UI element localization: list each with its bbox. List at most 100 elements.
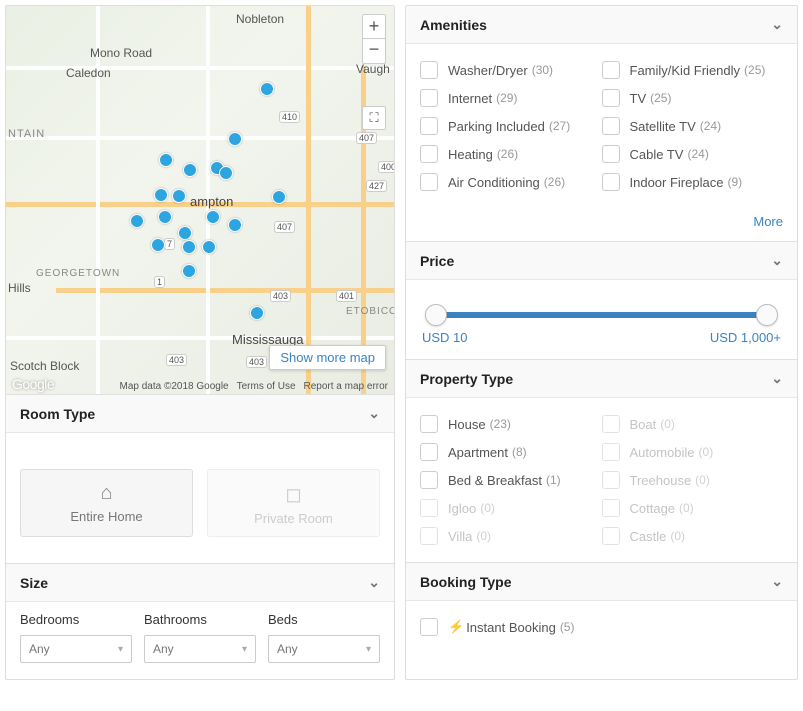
map-marker[interactable] <box>250 306 264 320</box>
label-caledon: Caledon <box>66 66 111 80</box>
proptype-count: (23) <box>490 417 511 431</box>
route-403c: 403 <box>246 356 267 368</box>
price-title: Price <box>420 253 454 269</box>
price-header[interactable]: Price ⌄ <box>406 241 797 280</box>
map-marker[interactable] <box>172 189 186 203</box>
label-ntain: NTAIN <box>8 128 45 140</box>
home-icon: ⌂ <box>21 482 192 505</box>
instant-booking-checkbox[interactable]: ⚡ Instant Booking (5) <box>420 613 783 641</box>
proptype-label: House <box>448 417 486 432</box>
amenity-checkbox[interactable]: Air Conditioning(26) <box>420 168 602 196</box>
route-403a: 403 <box>270 290 291 302</box>
route-1: 1 <box>154 276 165 288</box>
proptype-header[interactable]: Property Type ⌄ <box>406 359 797 398</box>
amenities-header[interactable]: Amenities ⌄ <box>406 6 797 44</box>
roomtype-private-button[interactable]: ◻ Private Room <box>207 469 380 537</box>
checkbox-icon <box>420 61 438 79</box>
map-marker[interactable] <box>228 218 242 232</box>
route-403b: 403 <box>166 354 187 366</box>
amenity-checkbox[interactable]: Cable TV(24) <box>602 140 784 168</box>
chevron-down-icon: ⌄ <box>771 16 783 33</box>
route-410: 410 <box>279 111 300 123</box>
checkbox-icon <box>420 499 438 517</box>
person-icon: ◻ <box>208 482 379 507</box>
booking-title: Booking Type <box>420 574 512 590</box>
amenity-checkbox[interactable]: Internet(29) <box>420 84 602 112</box>
show-more-map-button[interactable]: Show more map <box>269 345 386 370</box>
booking-header[interactable]: Booking Type ⌄ <box>406 562 797 601</box>
map-marker[interactable] <box>202 240 216 254</box>
label-vaughan: Vaugh <box>356 62 390 76</box>
checkbox-icon <box>420 89 438 107</box>
proptype-count: (0) <box>480 501 495 515</box>
amenity-count: (26) <box>497 147 518 161</box>
amenity-checkbox[interactable]: Satellite TV (24) <box>602 112 784 140</box>
price-slider-max-handle[interactable] <box>756 304 778 326</box>
amenity-count: (27) <box>549 119 570 133</box>
map-marker[interactable] <box>183 163 197 177</box>
bathrooms-select[interactable]: Any▾ <box>144 635 256 663</box>
beds-label: Beds <box>268 612 380 627</box>
map-marker[interactable] <box>260 82 274 96</box>
amenity-checkbox[interactable]: Family/Kid Friendly(25) <box>602 56 784 84</box>
amenity-label: Satellite TV <box>630 119 696 134</box>
roomtype-header[interactable]: Room Type ⌄ <box>6 394 394 433</box>
roomtype-entire-button[interactable]: ⌂ Entire Home <box>20 469 193 537</box>
amenity-count: (24) <box>700 119 721 133</box>
bedrooms-select[interactable]: Any▾ <box>20 635 132 663</box>
route-401: 401 <box>336 290 357 302</box>
map-marker[interactable] <box>182 264 196 278</box>
proptype-label: Treehouse <box>630 473 692 488</box>
map-marker[interactable] <box>151 238 165 252</box>
map-marker[interactable] <box>182 240 196 254</box>
price-slider-min-handle[interactable] <box>425 304 447 326</box>
amenities-more-link[interactable]: More <box>406 208 797 241</box>
checkbox-icon <box>602 61 620 79</box>
zoom-in-button[interactable]: + <box>362 14 386 39</box>
zoom-out-button[interactable]: − <box>362 39 386 64</box>
price-slider[interactable] <box>426 312 777 318</box>
map-marker[interactable] <box>219 166 233 180</box>
map-marker[interactable] <box>130 214 144 228</box>
beds-select[interactable]: Any▾ <box>268 635 380 663</box>
amenity-checkbox[interactable]: Indoor Fireplace(9) <box>602 168 784 196</box>
proptype-count: (1) <box>546 473 561 487</box>
caret-down-icon: ▾ <box>242 644 247 655</box>
proptype-checkbox[interactable]: Bed & Breakfast(1) <box>420 466 602 494</box>
checkbox-icon <box>420 443 438 461</box>
checkbox-icon <box>420 415 438 433</box>
route-407b: 407 <box>274 221 295 233</box>
amenity-checkbox[interactable]: Heating(26) <box>420 140 602 168</box>
amenity-checkbox[interactable]: Parking Included(27) <box>420 112 602 140</box>
map-marker[interactable] <box>159 153 173 167</box>
label-mono: Mono Road <box>90 46 152 60</box>
amenity-count: (30) <box>532 63 553 77</box>
map-marker[interactable] <box>154 188 168 202</box>
amenity-count: (24) <box>687 147 708 161</box>
checkbox-icon <box>420 527 438 545</box>
fullscreen-button[interactable]: ⛶ <box>362 106 386 130</box>
chevron-down-icon: ⌄ <box>771 252 783 269</box>
size-header[interactable]: Size ⌄ <box>6 563 394 602</box>
proptype-checkbox: Automobile(0) <box>602 438 784 466</box>
amenity-checkbox[interactable]: TV(25) <box>602 84 784 112</box>
map-attrib-report[interactable]: Report a map error <box>304 381 388 392</box>
proptype-checkbox: Villa(0) <box>420 522 602 550</box>
proptype-label: Igloo <box>448 501 476 516</box>
map-attrib-terms[interactable]: Terms of Use <box>237 381 296 392</box>
instant-booking-label: Instant Booking <box>466 620 556 635</box>
map-marker[interactable] <box>178 226 192 240</box>
proptype-count: (0) <box>476 529 491 543</box>
proptype-checkbox[interactable]: Apartment(8) <box>420 438 602 466</box>
proptype-checkbox[interactable]: House (23) <box>420 410 602 438</box>
roomtype-title: Room Type <box>20 406 95 422</box>
map[interactable]: Nobleton Mono Road Caledon Vaugh NTAIN a… <box>6 6 394 394</box>
checkbox-icon <box>420 471 438 489</box>
amenity-label: Cable TV <box>630 147 684 162</box>
map-marker[interactable] <box>228 132 242 146</box>
map-marker[interactable] <box>206 210 220 224</box>
amenity-checkbox[interactable]: Washer/Dryer(30) <box>420 56 602 84</box>
chevron-down-icon: ⌄ <box>368 574 380 591</box>
map-marker[interactable] <box>272 190 286 204</box>
map-marker[interactable] <box>158 210 172 224</box>
